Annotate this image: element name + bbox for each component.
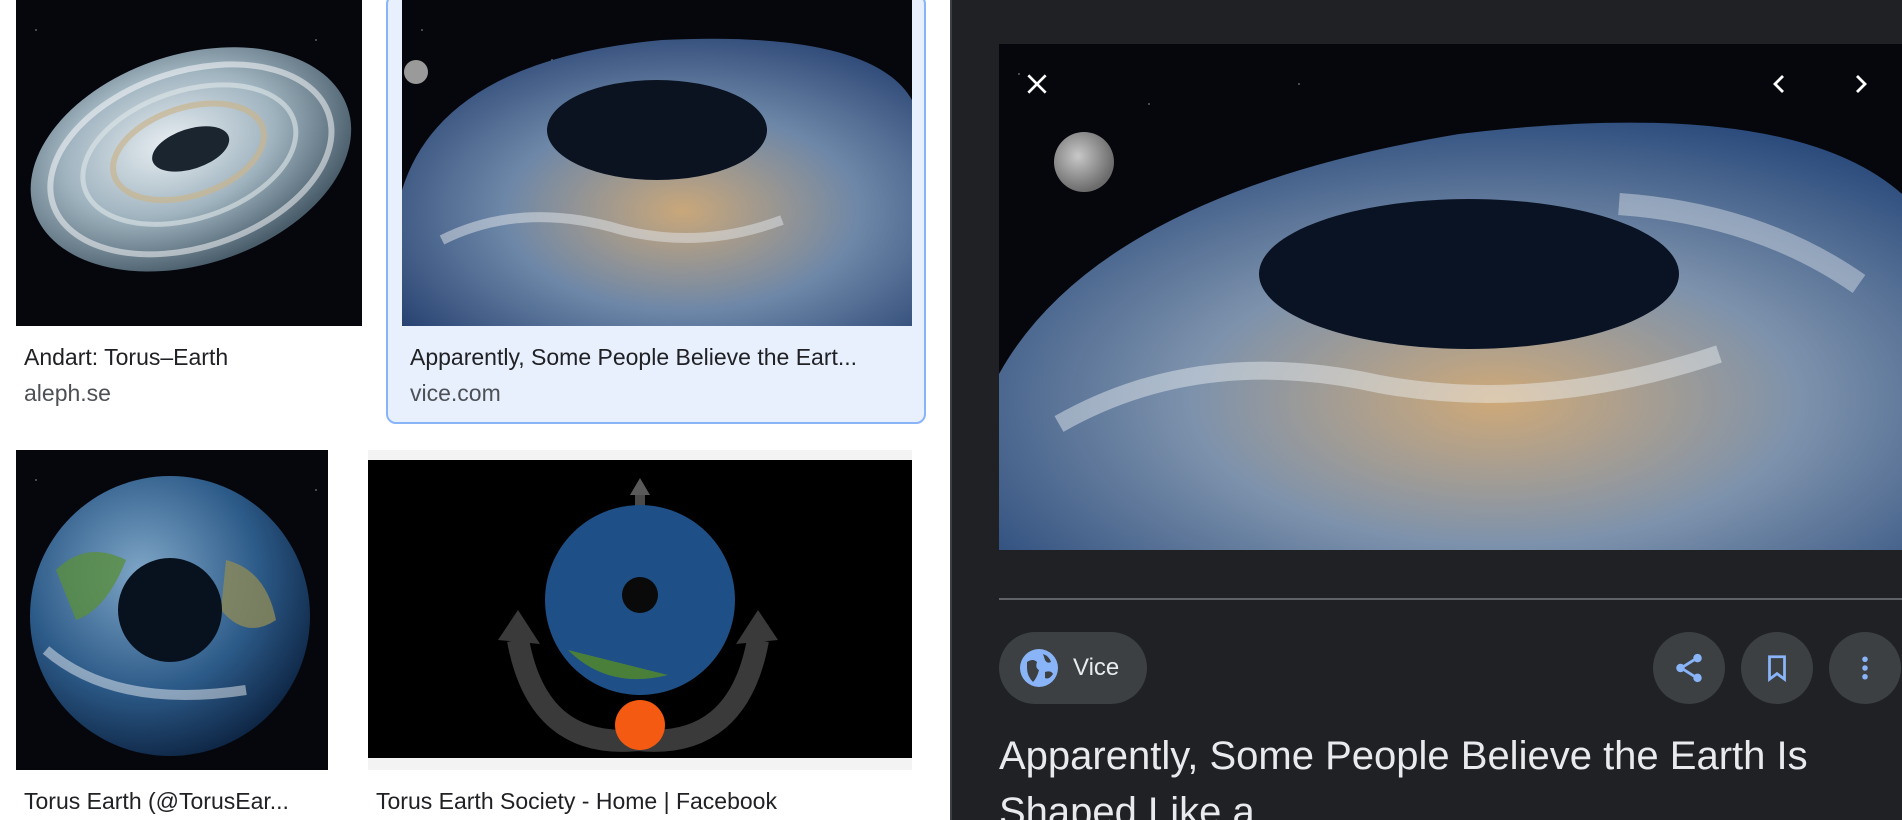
result-title[interactable]: Torus Earth (@TorusEar... <box>24 788 324 815</box>
chevron-left-icon <box>1773 75 1784 93</box>
source-name: Vice <box>1073 654 1120 681</box>
section-divider <box>999 598 1902 600</box>
result-source: vice.com <box>410 380 501 406</box>
bookmark-icon <box>1768 655 1786 682</box>
result-thumbnail[interactable] <box>16 0 362 326</box>
share-button[interactable] <box>1653 632 1725 704</box>
result-card-torus-earth-society[interactable]: Torus Earth Society - Home | Facebook <box>366 450 926 820</box>
result-title[interactable]: Andart: Torus–Earth <box>24 344 354 371</box>
source-chip[interactable]: Vice <box>999 632 1147 704</box>
result-source: aleph.se <box>24 380 111 406</box>
chevron-right-icon <box>1856 75 1867 93</box>
result-card-torus-earth-twitter[interactable]: Torus Earth (@TorusEar... <box>0 450 340 820</box>
share-icon <box>1676 653 1702 683</box>
image-results-grid: Andart: Torus–Earth aleph.se Apparently, <box>0 0 950 820</box>
result-title[interactable]: Torus Earth Society - Home | Facebook <box>376 788 876 815</box>
globe-icon <box>1020 649 1058 687</box>
image-viewer-panel: Vice Apparently, Some People Believe the… <box>952 0 1902 820</box>
preview-image[interactable] <box>999 44 1902 550</box>
result-thumbnail[interactable] <box>368 450 912 770</box>
result-thumbnail[interactable] <box>402 0 912 326</box>
save-button[interactable] <box>1741 632 1813 704</box>
more-vert-icon <box>1862 656 1868 680</box>
close-icon <box>1027 74 1047 94</box>
next-image-button[interactable] <box>1838 62 1882 106</box>
result-card-andart[interactable]: Andart: Torus–Earth aleph.se <box>0 0 370 420</box>
result-thumbnail[interactable] <box>16 450 328 770</box>
previous-image-button[interactable] <box>1758 62 1802 106</box>
viewer-title[interactable]: Apparently, Some People Believe the Eart… <box>999 728 1879 820</box>
close-button[interactable] <box>1015 62 1059 106</box>
more-options-button[interactable] <box>1829 632 1901 704</box>
result-title[interactable]: Apparently, Some People Believe the Eart… <box>410 344 910 371</box>
result-card-vice[interactable]: Apparently, Some People Believe the Eart… <box>386 0 926 424</box>
